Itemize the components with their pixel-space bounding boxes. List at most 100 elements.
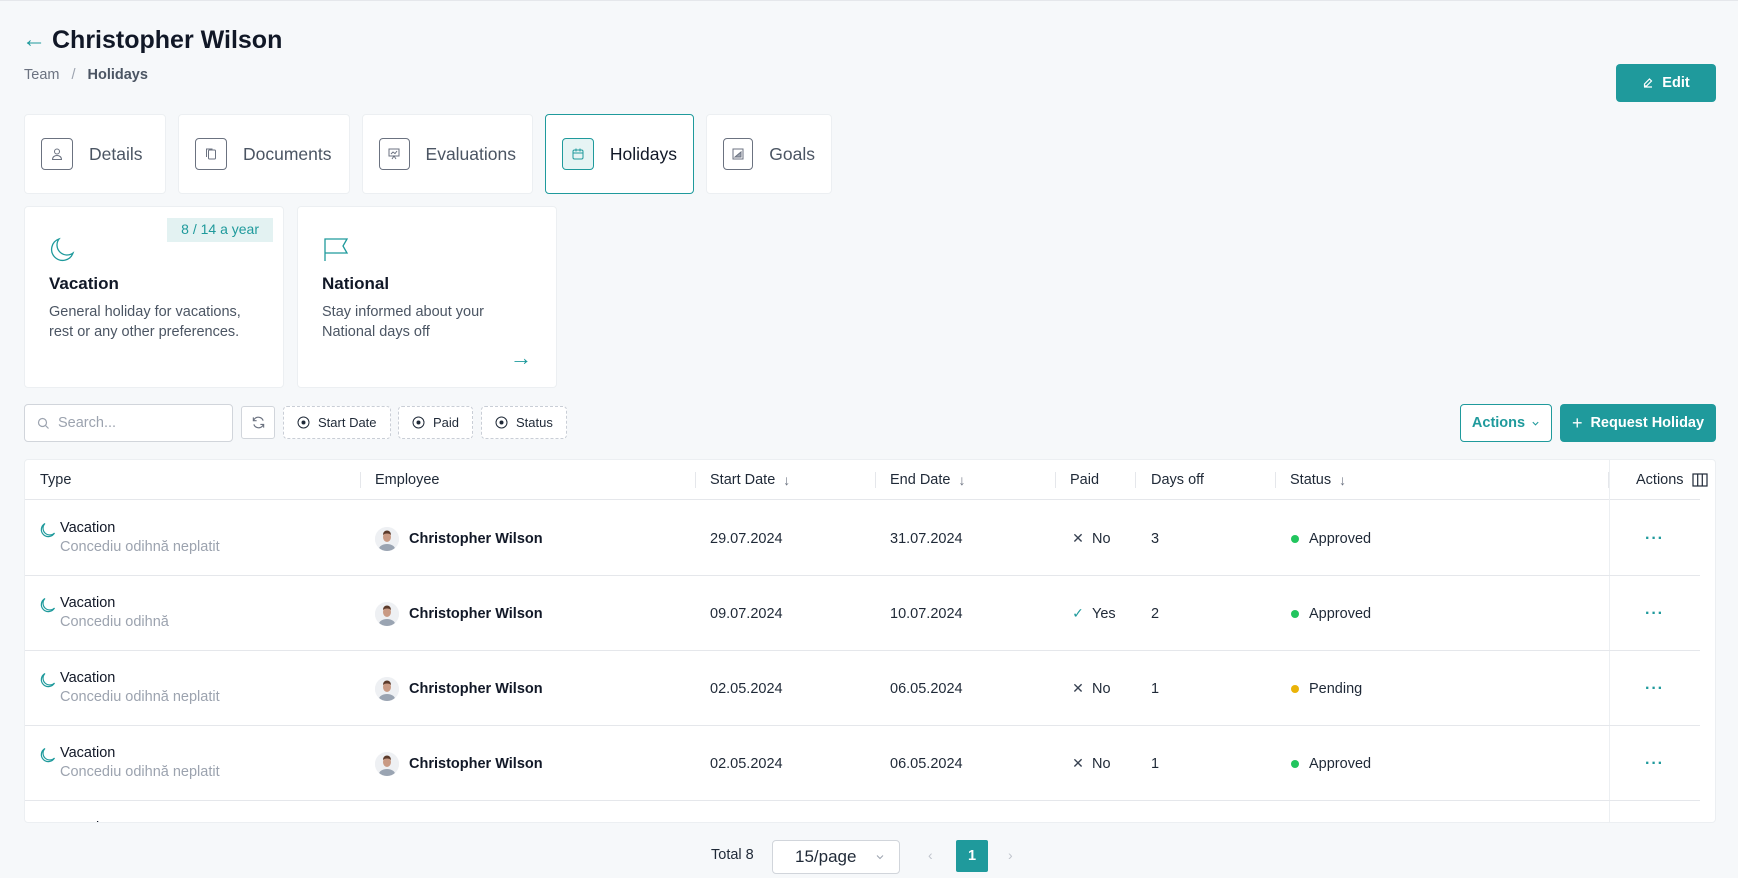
status-badge: Pending [1309,680,1363,697]
refresh-button[interactable] [241,406,275,439]
paid-cell: ✓ Yes [1072,576,1116,651]
arrow-right-icon[interactable]: → [510,345,532,371]
employee-name: Christopher Wilson [409,530,543,547]
moon-icon [40,597,56,613]
status-badge: Approved [1309,530,1372,547]
subtype-label: Concediu odihnă neplatit [60,764,220,780]
plus-circle-icon [495,416,508,429]
prev-page-button[interactable]: ‹ [928,847,933,863]
status-dot [1291,609,1299,618]
breadcrumb-separator: / [71,67,76,83]
paid-cell: ✕ No [1072,501,1110,576]
employee-cell[interactable]: Christopher Wilson [375,651,543,726]
vacation-card[interactable]: 8 / 14 a year Vacation General holiday f… [24,206,284,388]
holidays-table: Type Employee Start Date ↓ End Date ↓ Paid… [24,459,1716,823]
table-row[interactable]: Vacation Concediu odihnă neplatit Christop… [25,651,1700,726]
filter-label: Start Date [318,415,377,430]
sort-arrow-icon[interactable]: ↓ [783,472,790,488]
actions-dropdown[interactable]: Actions [1460,404,1552,442]
sort-arrow-icon[interactable]: ↓ [1339,472,1346,488]
page-1-button[interactable]: 1 [956,840,988,872]
start-date-cell: 29.07.2024 [710,530,783,547]
filter-paid[interactable]: Paid [398,406,474,439]
table-row[interactable]: Vacation Concediu odihnă neplatit Christop… [25,726,1700,801]
moon-icon [40,747,56,763]
next-page-button[interactable]: › [1008,847,1013,863]
filter-start-date[interactable]: Start Date [283,406,391,439]
edit-button[interactable]: Edit [1616,64,1716,102]
column-start-date[interactable]: Start Date ↓ [710,460,790,500]
tab-goals[interactable]: Goals [706,114,832,194]
chart-icon [723,138,754,170]
page-size-select[interactable]: 15/page [772,840,900,874]
subtype-label: Concediu odihnă neplatit [60,539,220,555]
page-title: Christopher Wilson [52,26,283,54]
table-row[interactable]: Vacation Concediu odihnă Christopher Wilso… [25,576,1700,651]
holiday-type-cards: 8 / 14 a year Vacation General holiday f… [24,206,557,388]
search-input[interactable] [58,415,208,431]
type-label: Vacation [60,670,116,686]
table-row[interactable]: Vacation Concediu odihnă neplatit Christop… [25,501,1700,576]
tab-details[interactable]: Details [24,114,166,194]
search-box [24,404,233,442]
national-card[interactable]: National Stay informed about your Nation… [297,206,557,388]
check-icon: ✓ [1072,605,1084,621]
row-actions-button[interactable]: ··· [1645,651,1664,726]
row-actions-button[interactable]: ··· [1645,501,1664,576]
chevron-down-icon [876,855,884,860]
employee-name: Christopher Wilson [409,755,543,772]
column-status[interactable]: Status ↓ [1290,460,1346,500]
card-title: Vacation [49,274,119,293]
close-icon: ✕ [1072,755,1084,771]
request-holiday-button[interactable]: + Request Holiday [1560,404,1716,442]
plus-circle-icon [297,416,310,429]
filter-label: Status [516,415,553,430]
chevron-down-icon [1532,421,1539,426]
days-off-cell: 3 [1151,530,1160,547]
tab-holidays[interactable]: Holidays [545,114,694,194]
employee-cell[interactable]: Christopher Wilson [375,501,543,576]
status-cell: Pending [1291,651,1362,726]
table-row[interactable]: Vacation [25,801,1700,822]
table-header: Type Employee Start Date ↓ End Date ↓ Paid… [25,460,1708,500]
columns-icon[interactable] [1691,473,1708,487]
moon-icon [40,672,56,688]
sort-arrow-icon[interactable]: ↓ [958,472,965,488]
subtype-label: Concediu odihnă neplatit [60,689,220,705]
type-label: Vacation [60,520,116,536]
tab-label: Documents [243,143,332,164]
end-date-cell: 31.07.2024 [890,530,963,547]
end-date-cell: 06.05.2024 [890,680,963,697]
actions-label: Actions [1471,415,1526,431]
start-date-cell: 09.07.2024 [710,605,783,622]
card-description: General holiday for vacations, rest or a… [49,304,241,340]
request-holiday-label: Request Holiday [1590,415,1705,431]
search-icon [37,417,49,429]
column-end-date[interactable]: End Date ↓ [890,460,965,500]
status-cell: Approved [1291,576,1371,651]
type-cell: Vacation Concediu odihnă neplatit [39,501,220,576]
back-arrow-icon[interactable]: ← [22,25,46,55]
tab-evaluations[interactable]: Evaluations [362,114,533,194]
presentation-icon [379,138,410,170]
row-actions-button[interactable]: ··· [1645,576,1664,651]
type-cell: Vacation Concediu odihnă [39,576,169,651]
breadcrumb-team[interactable]: Team [24,67,59,83]
column-employee: Employee [375,472,440,488]
days-off-cell: 2 [1151,605,1160,622]
status-badge: Approved [1309,755,1372,772]
filter-status[interactable]: Status [481,406,567,439]
filter-label: Paid [433,415,460,430]
type-label: Vacation [60,819,115,822]
employee-name: Christopher Wilson [409,605,543,622]
row-actions-button[interactable]: ··· [1645,726,1664,801]
type-cell: Vacation [39,801,115,822]
plus-circle-icon [412,416,425,429]
avatar [375,601,399,626]
employee-cell[interactable]: Christopher Wilson [375,576,543,651]
breadcrumb: Team / Holidays [24,67,148,83]
tab-documents[interactable]: Documents [178,114,350,194]
card-title: National [322,274,390,293]
employee-cell[interactable]: Christopher Wilson [375,726,543,801]
tab-label: Holidays [609,143,677,164]
